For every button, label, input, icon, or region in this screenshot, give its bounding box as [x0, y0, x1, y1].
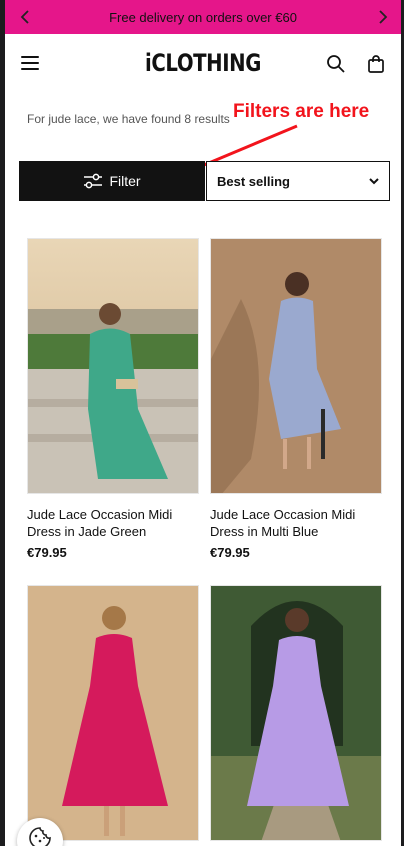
product-image[interactable]: [27, 585, 199, 841]
product-image[interactable]: [27, 238, 199, 494]
promo-bar: Free delivery on orders over €60: [5, 0, 401, 34]
filter-label: Filter: [109, 173, 141, 189]
annotation-label: Filters are here: [233, 101, 370, 122]
chevron-right-icon[interactable]: [375, 9, 391, 25]
logo[interactable]: iCLOTHING: [41, 49, 366, 77]
product-price: €79.95: [210, 545, 250, 560]
sliders-icon: [84, 173, 103, 189]
sort-value: Best selling: [217, 173, 290, 189]
product-card[interactable]: Jude Lace Occasion Midi Dress in Jade Gr…: [27, 238, 199, 560]
bag-icon[interactable]: [366, 54, 386, 74]
chevron-down-icon: [369, 178, 379, 185]
product-image[interactable]: [210, 238, 382, 494]
filter-button[interactable]: Filter: [19, 161, 205, 201]
product-name[interactable]: Jude Lace Occasion Midi Dress in Multi B…: [210, 506, 382, 540]
product-name[interactable]: Jude Lace Occasion Midi Dress in Jade Gr…: [27, 506, 199, 540]
promo-text: Free delivery on orders over €60: [109, 9, 297, 25]
site-header: iCLOTHING: [5, 34, 401, 96]
menu-icon[interactable]: [21, 54, 41, 72]
product-card[interactable]: [27, 585, 199, 841]
page: Free delivery on orders over €60 iCLOTHI…: [5, 0, 401, 846]
sort-select[interactable]: Best selling: [206, 161, 390, 201]
chevron-left-icon[interactable]: [17, 9, 33, 25]
product-card[interactable]: [210, 585, 382, 841]
product-price: €79.95: [27, 545, 67, 560]
product-card[interactable]: Jude Lace Occasion Midi Dress in Multi B…: [210, 238, 382, 560]
cookie-icon: [29, 827, 51, 846]
search-icon[interactable]: [326, 54, 346, 74]
product-image[interactable]: [210, 585, 382, 841]
